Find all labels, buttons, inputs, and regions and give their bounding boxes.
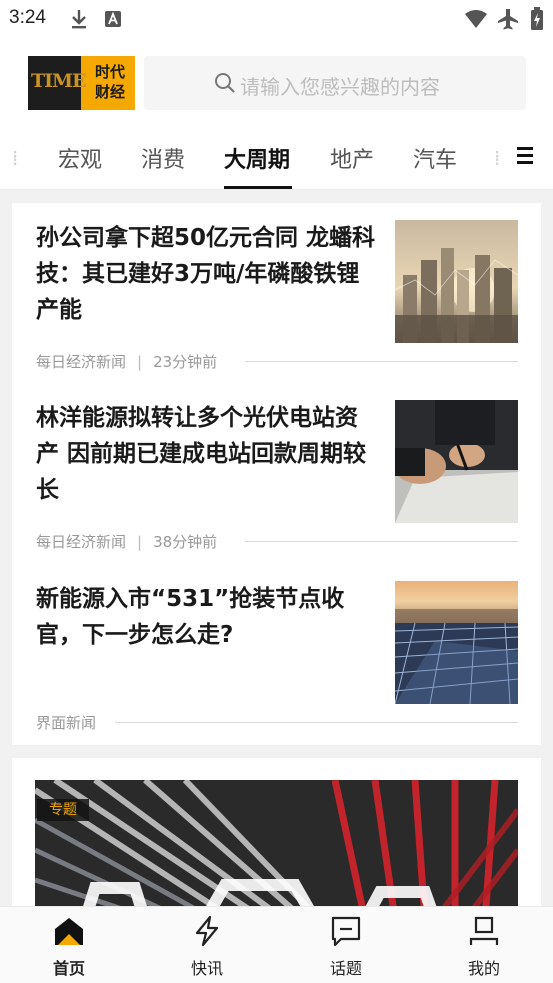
nav-profile-label: 我的 <box>467 959 500 978</box>
home-icon <box>55 918 83 945</box>
city-skyline-photo[interactable] <box>395 220 518 343</box>
nav-profile[interactable]: 我的 <box>444 907 524 983</box>
topic-banner-image[interactable]: 专题 <box>35 780 518 920</box>
news-time: 38分钟前 <box>153 533 218 551</box>
solar-panels-photo[interactable] <box>395 581 518 704</box>
news-source: 界面新闻 <box>36 714 97 732</box>
logo-text-line2: 财经 <box>94 83 125 101</box>
logo-text: 时代 财经 <box>88 62 132 102</box>
search-icon <box>215 73 235 93</box>
message-icon <box>331 916 361 947</box>
tab-overflow-left: ⁞ <box>12 146 19 170</box>
wifi-icon <box>465 10 487 28</box>
topic-card[interactable]: 专题 <box>12 758 541 920</box>
tab-auto[interactable]: 汽车 <box>413 142 457 174</box>
news-meta: 每日经济新闻 | 38分钟前 <box>36 531 217 552</box>
logo-text-line1: 时代 <box>94 63 125 81</box>
status-time: 3:24 <box>9 7 46 28</box>
bottom-navigation: 首页 快讯 话题 我的 <box>0 906 553 983</box>
nav-flash[interactable]: 快讯 <box>167 907 247 983</box>
menu-icon[interactable] <box>516 144 534 166</box>
nav-topics[interactable]: 话题 <box>306 907 386 983</box>
meta-divider: | <box>137 353 143 371</box>
search-placeholder: 请输入您感兴趣的内容 <box>240 75 440 99</box>
font-app-icon <box>105 11 121 27</box>
news-source: 每日经济新闻 <box>36 533 127 551</box>
lightning-icon <box>195 915 219 947</box>
tab-big-cycle[interactable]: 大周期 <box>224 142 290 174</box>
nav-topics-label: 话题 <box>329 959 362 978</box>
topic-badge: 专题 <box>37 799 89 821</box>
category-tabs: ⁞ 宏观 消费 大周期 地产 汽车 ⁞ <box>0 124 553 190</box>
app-header: TIME 时代 财经 请输入您感兴趣的内容 <box>0 38 553 124</box>
tab-real-estate[interactable]: 地产 <box>330 142 374 174</box>
divider <box>245 361 518 362</box>
divider <box>115 722 518 723</box>
nav-home[interactable]: 首页 <box>29 907 109 983</box>
signing-document-photo[interactable] <box>395 400 518 523</box>
active-tab-indicator <box>224 186 292 189</box>
news-title[interactable]: 林洋能源拟转让多个光伏电站资产 因前期已建成电站回款周期较长 <box>36 400 376 508</box>
news-item[interactable]: 孙公司拿下超50亿元合同 龙蟠科技：其已建好3万吨/年磷酸铁锂产能 每日经济新闻… <box>12 220 541 385</box>
news-time: 23分钟前 <box>153 353 218 371</box>
search-input[interactable]: 请输入您感兴趣的内容 <box>144 56 526 110</box>
nav-flash-label: 快讯 <box>190 959 223 978</box>
news-title[interactable]: 新能源入市“531”抢装节点收官，下一步怎么走? <box>36 581 376 653</box>
news-meta: 界面新闻 <box>36 712 96 733</box>
user-icon <box>469 916 499 945</box>
news-source: 每日经济新闻 <box>36 353 127 371</box>
tab-macro[interactable]: 宏观 <box>58 142 102 174</box>
nav-home-label: 首页 <box>52 959 85 978</box>
meta-divider: | <box>137 533 143 551</box>
download-icon <box>72 10 86 29</box>
battery-charging-icon <box>531 7 543 30</box>
tab-consumption[interactable]: 消费 <box>141 142 185 174</box>
news-item[interactable]: 林洋能源拟转让多个光伏电站资产 因前期已建成电站回款周期较长 每日经济新闻 | 38… <box>12 400 541 565</box>
status-bar: 3:24 <box>0 0 553 38</box>
app-logo[interactable]: TIME 时代 财经 <box>28 56 135 110</box>
airplane-icon <box>498 9 518 30</box>
news-item[interactable]: 新能源入市“531”抢装节点收官，下一步怎么走? 界面新闻 <box>12 581 541 741</box>
divider <box>245 541 518 542</box>
logo-mark: TIME <box>31 70 87 92</box>
tab-overflow-right: ⁞ <box>494 146 501 170</box>
news-title[interactable]: 孙公司拿下超50亿元合同 龙蟠科技：其已建好3万吨/年磷酸铁锂产能 <box>36 220 376 328</box>
news-feed: 孙公司拿下超50亿元合同 龙蟠科技：其已建好3万吨/年磷酸铁锂产能 每日经济新闻… <box>12 203 541 745</box>
news-meta: 每日经济新闻 | 23分钟前 <box>36 351 217 372</box>
